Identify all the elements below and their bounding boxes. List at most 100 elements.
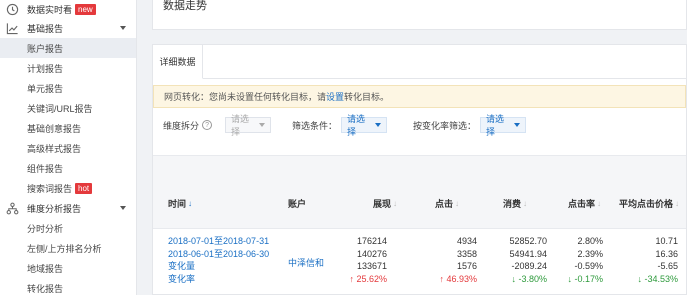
column-label: 消费 xyxy=(503,199,522,209)
sidebar-item-component-report[interactable]: 组件报告 xyxy=(0,158,136,178)
sidebar-item-conversion-report[interactable]: 转化报告 xyxy=(0,278,136,295)
app: 数据实时看 new 基础报告 账户报告 计划报告 单元报告 关键词/URL报告 … xyxy=(0,0,687,295)
account-name-link[interactable]: 中泽信和 xyxy=(288,257,324,269)
tab-bar: 详细数据 xyxy=(153,45,686,79)
change-rate-label: 变化率 xyxy=(168,273,196,284)
chevron-down-icon xyxy=(259,123,266,127)
cell-value: 176214 xyxy=(356,236,387,246)
column-header-cost[interactable]: 消费 ↓ xyxy=(503,197,527,210)
change-rate-select[interactable]: 请选择 xyxy=(480,114,527,137)
cell-value: 10.71 xyxy=(655,236,678,246)
cost-cell: 52852.70 54941.94 -2089.24 ↓ -3.80% xyxy=(483,235,547,285)
cell-value: 140276 xyxy=(356,248,387,259)
column-header-clicks[interactable]: 点击 ↓ xyxy=(435,197,459,210)
dimension-select[interactable]: 请选择 xyxy=(225,114,272,137)
sidebar-item-label: 分时分析 xyxy=(27,223,64,234)
select-value: 请选择 xyxy=(486,114,505,137)
sidebar-group-label: 基础报告 xyxy=(27,23,64,34)
avg-cpc-cell: 10.71 16.36 -5.65 ↓ -34.53% xyxy=(618,235,678,285)
chevron-down-icon xyxy=(120,26,126,30)
main-content: 数据走势 详细数据 网页转化：您尚未设置任何转化目标，请 设置 转化目标。 维度… xyxy=(137,0,687,295)
new-badge: new xyxy=(75,3,96,15)
cell-value: -34.53% xyxy=(644,273,678,284)
sidebar-item-realtime[interactable]: 数据实时看 new xyxy=(0,0,136,18)
cell-value: 4934 xyxy=(456,236,477,246)
cell-value: -3.80% xyxy=(518,273,547,284)
sidebar-item-label: 单元报告 xyxy=(27,83,64,94)
cell-value: 3358 xyxy=(456,248,477,259)
column-label: 展现 xyxy=(373,199,392,209)
column-header-avg-cpc[interactable]: 平均点击价格 ↓ xyxy=(619,197,679,210)
column-label: 点击率 xyxy=(568,199,596,209)
cell-value: -5.65 xyxy=(657,261,678,271)
hierarchy-icon xyxy=(6,202,19,214)
setup-link[interactable]: 设置 xyxy=(326,90,344,103)
sidebar-item-plan-report[interactable]: 计划报告 xyxy=(0,58,136,78)
change-rate-label: 按变化率筛选： xyxy=(413,120,477,131)
condition-select[interactable]: 请选择 xyxy=(341,114,388,137)
cell-value: 52852.70 xyxy=(509,236,547,246)
dimension-label: 维度拆分 xyxy=(163,120,200,131)
clock-icon xyxy=(6,3,19,15)
select-value: 请选择 xyxy=(347,114,366,137)
sort-icon[interactable]: ↓ xyxy=(455,199,459,208)
cell-value: -2089.24 xyxy=(511,261,547,271)
sidebar-item-label: 左侧/上方排名分析 xyxy=(27,243,102,254)
detail-card: 详细数据 网页转化：您尚未设置任何转化目标，请 设置 转化目标。 维度拆分 ? … xyxy=(152,44,687,295)
sidebar-item-label: 组件报告 xyxy=(27,163,64,174)
column-header-time[interactable]: 时间 ↓ xyxy=(168,197,192,210)
cell-value: -0.59% xyxy=(574,261,603,271)
cell-value: 1576 xyxy=(456,261,477,271)
column-header-ctr[interactable]: 点击率 ↓ xyxy=(568,197,601,210)
sidebar-item-rank-analysis[interactable]: 左侧/上方排名分析 xyxy=(0,238,136,258)
sort-icon[interactable]: ↓ xyxy=(597,199,601,208)
condition-label: 筛选条件： xyxy=(292,120,338,131)
sidebar-item-unit-report[interactable]: 单元报告 xyxy=(0,78,136,98)
chevron-down-icon xyxy=(375,123,382,127)
column-label: 点击 xyxy=(435,199,454,209)
help-icon[interactable]: ? xyxy=(202,120,213,130)
impressions-cell: 176214 140276 133671 ↑ 25.62% xyxy=(343,235,387,285)
sidebar-item-creative-report[interactable]: 基础创意报告 xyxy=(0,118,136,138)
sidebar-group-basic-report[interactable]: 基础报告 xyxy=(0,18,136,38)
cell-value: -0.17% xyxy=(574,273,603,284)
cell-value: 46.93% xyxy=(446,273,477,284)
column-header-impressions[interactable]: 展现 ↓ xyxy=(373,197,397,210)
column-label: 时间 xyxy=(168,199,187,209)
sidebar-item-label: 账户报告 xyxy=(27,43,64,54)
time-range-current[interactable]: 2018-07-01至2018-07-31 xyxy=(168,235,269,248)
sort-icon[interactable]: ↓ xyxy=(393,199,397,208)
cell-value: 54941.94 xyxy=(509,248,547,259)
chevron-down-icon xyxy=(120,206,126,210)
time-range-previous[interactable]: 2018-06-01至2018-06-30 xyxy=(168,248,269,261)
sort-desc-icon[interactable]: ↓ xyxy=(188,199,192,208)
sidebar-item-search-term-report[interactable]: 搜索词报告 hot xyxy=(0,178,136,198)
change-amount-label: 变化量 xyxy=(168,261,196,271)
sidebar-item-time-analysis[interactable]: 分时分析 xyxy=(0,218,136,238)
select-value: 请选择 xyxy=(231,114,250,137)
cell-value: 133671 xyxy=(356,261,387,271)
notice-suffix: 转化目标。 xyxy=(344,92,390,102)
trend-title: 数据走势 xyxy=(163,0,207,12)
column-label: 平均点击价格 xyxy=(619,199,674,209)
sidebar-item-label: 数据实时看 xyxy=(27,4,73,15)
cell-value: 2.39% xyxy=(577,248,603,259)
sidebar-item-keyword-report[interactable]: 关键词/URL报告 xyxy=(0,98,136,118)
table-header xyxy=(153,155,686,229)
sidebar-group-dimension-report[interactable]: 维度分析报告 xyxy=(0,198,136,218)
sidebar: 数据实时看 new 基础报告 账户报告 计划报告 单元报告 关键词/URL报告 … xyxy=(0,0,137,295)
sidebar-item-account-report[interactable]: 账户报告 xyxy=(0,38,136,58)
sort-icon[interactable]: ↓ xyxy=(523,199,527,208)
sidebar-item-label: 搜索词报告 xyxy=(27,183,73,194)
sidebar-item-label: 地域报告 xyxy=(27,263,64,274)
sidebar-item-region-report[interactable]: 地域报告 xyxy=(0,258,136,278)
sidebar-item-label: 基础创意报告 xyxy=(27,123,82,134)
sort-icon[interactable]: ↓ xyxy=(675,199,679,208)
filter-bar: 维度拆分 ? 请选择 筛选条件： 请选择 按变化率筛选： 请选择 xyxy=(163,114,686,137)
sidebar-item-label: 高级样式报告 xyxy=(27,143,82,154)
notice-text: 网页转化：您尚未设置任何转化目标，请 xyxy=(164,92,327,102)
tab-detail-data[interactable]: 详细数据 xyxy=(153,45,203,79)
line-chart-icon xyxy=(6,22,18,34)
ctr-cell: 2.80% 2.39% -0.59% ↓ -0.17% xyxy=(553,235,603,285)
sidebar-item-advanced-style-report[interactable]: 高级样式报告 xyxy=(0,138,136,158)
